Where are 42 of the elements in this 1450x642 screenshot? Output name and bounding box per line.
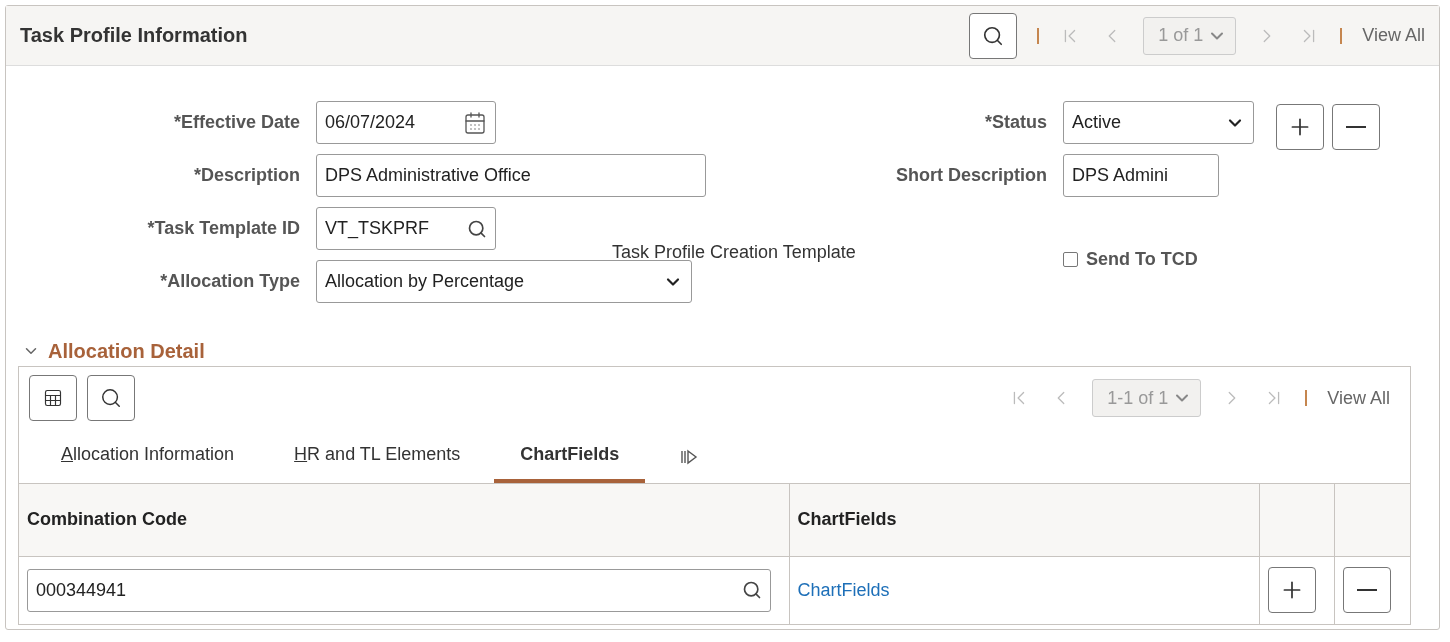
field-label: *Task Template ID [146,218,300,239]
minus-icon [1356,589,1377,592]
grid-icon [43,388,63,408]
section-title: Allocation Detail [48,339,205,363]
send-checkbox[interactable]: Send To TCD [1063,248,1198,270]
field-label: Short Description [895,165,1047,186]
section-header[interactable]: Allocation Detail [6,336,205,366]
select-field[interactable]: Allocation by Percentage [316,260,692,303]
tab[interactable]: Allocation Information [35,444,261,483]
combination-code-field[interactable]: 000344941 [27,568,771,612]
add-button[interactable] [1276,104,1324,150]
select-field[interactable]: Active [1063,101,1254,144]
delete-row-button[interactable] [1342,567,1391,614]
chartfields-link[interactable]: ChartFields [797,579,890,600]
column-header: Combination Code [19,484,789,556]
search-icon [467,218,487,239]
personalize-button[interactable] [29,375,77,421]
checkbox-label: Send To TCD [1086,248,1198,270]
panel-title: Task Profile Information [20,24,248,47]
search-button[interactable] [87,375,135,421]
field-label: *Effective Date [172,112,300,133]
view-all-link[interactable]: View All [1327,387,1390,409]
field-label: *Description [192,165,300,186]
field-label: *Allocation Type [159,271,300,292]
checkbox[interactable] [1063,251,1078,267]
tab[interactable]: HR and TL Elements [268,444,487,483]
calendar-icon [463,110,487,135]
text-field[interactable]: DPS Admini [1063,154,1219,197]
text-field[interactable]: DPS Administrative Office [316,154,706,197]
template-description: Task Profile Creation Template [612,242,856,263]
column-header: ChartFields [789,484,1259,556]
search-icon [742,580,762,601]
search-icon [982,24,1005,47]
search-icon [100,387,122,409]
date-field[interactable]: 06/07/2024 [316,101,496,144]
remove-button[interactable] [1332,104,1380,150]
add-row-button[interactable] [1267,567,1316,614]
field-label: *Status [984,112,1047,133]
lookup-field[interactable]: VT_TSKPRF [316,207,496,250]
search-button[interactable] [969,12,1018,59]
minus-icon [1346,126,1366,128]
view-all-link[interactable]: View All [1362,25,1425,46]
